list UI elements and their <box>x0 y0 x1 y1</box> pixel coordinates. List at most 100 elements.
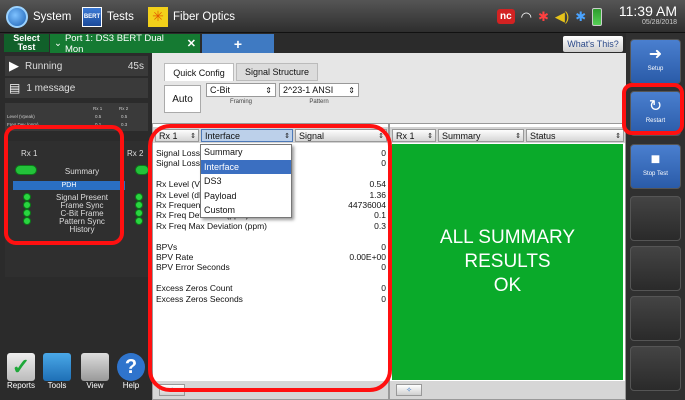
rx-select-right[interactable]: Rx 1 ⇕ <box>392 129 436 142</box>
speaker-icon: ◀) <box>554 8 570 24</box>
category-select-left-value: Interface <box>205 130 241 141</box>
soft-key-4[interactable] <box>630 196 681 241</box>
elapsed-time: 45s <box>127 60 144 72</box>
fiber-optics-button[interactable]: ✳ Fiber Optics <box>148 4 235 29</box>
freq-label: Freq Dev (ppm) <box>7 122 39 127</box>
scroll-arrows-icon[interactable]: ✧ <box>396 384 422 396</box>
summary-label: Summary <box>64 167 100 176</box>
soft-key-7[interactable] <box>630 346 681 391</box>
reports-label: Reports <box>6 381 35 390</box>
framing-select[interactable]: C-Bit ⇕ <box>206 83 276 97</box>
result-value: 0 <box>381 241 386 252</box>
results-footer-right: ✧ <box>390 381 625 399</box>
result-value: 0.1 <box>374 210 386 221</box>
scroll-arrows-icon[interactable]: ✧ <box>159 384 185 396</box>
checkmark-icon: ✓ <box>7 353 35 381</box>
stop-icon: ■ <box>650 151 661 168</box>
auto-button[interactable]: Auto <box>164 85 201 113</box>
restart-icon: ↻ <box>648 98 663 115</box>
dropdown-option-custom[interactable]: Custom <box>201 203 291 218</box>
category-select-right[interactable]: Summary ⇕ <box>438 129 524 142</box>
reports-button[interactable]: ✓ Reports <box>6 353 36 393</box>
summary-line-3: OK <box>493 275 522 296</box>
group-select-left[interactable]: Signal ⇕ <box>295 129 387 142</box>
rx1-led-header: Rx 1 <box>21 149 38 158</box>
toolbox-icon <box>43 353 71 381</box>
summary-line-1: ALL SUMMARY <box>439 227 576 248</box>
dropdown-option-ds3[interactable]: DS3 <box>201 174 291 189</box>
bottom-toolbar: ✓ Reports Tools View ? Help <box>0 353 152 400</box>
freq-rx1-value: 0.1 <box>95 122 102 127</box>
status-tray: nc ◠ ✱ ◀) ✱ <box>497 5 603 28</box>
pattern-label: Pattern <box>309 99 329 105</box>
framing-label: Framing <box>229 99 252 105</box>
rx-select-right-value: Rx 1 <box>396 130 415 141</box>
level-summary: Rx 1 Rx 2 Level (Vpeak) 0.5 0.5 Freq Dev… <box>5 103 148 131</box>
close-icon[interactable]: ✕ <box>187 37 196 50</box>
result-row: Rx Freq Max Deviation (ppm) 0.3 <box>156 221 386 231</box>
tools-button[interactable]: Tools <box>42 353 72 393</box>
help-button[interactable]: ? Help <box>116 353 146 393</box>
remote-icon: ✱ <box>538 8 549 24</box>
tools-label: Tools <box>47 381 67 390</box>
dropdown-option-interface[interactable]: Interface <box>201 159 291 175</box>
fiber-optics-label: Fiber Optics <box>173 10 235 23</box>
whats-this-button[interactable]: What's This? <box>563 36 623 52</box>
restart-button[interactable]: ↻ Restart <box>630 91 681 136</box>
category-select-left[interactable]: Interface ⇕ <box>201 129 293 142</box>
tab-quick-config[interactable]: Quick Config <box>164 63 234 81</box>
dropdown-option-payload[interactable]: Payload <box>201 189 291 204</box>
results-header-right: Rx 1 ⇕ Summary ⇕ Status ⇕ <box>390 127 625 143</box>
rx-select-left[interactable]: Rx 1 ⇕ <box>155 129 199 142</box>
summary-led-rx2 <box>135 165 149 175</box>
group-select-right[interactable]: Status ⇕ <box>526 129 624 142</box>
pattern-select[interactable]: 2^23-1 ANSI ⇕ <box>279 83 359 97</box>
level-rx2-header: Rx 2 <box>119 106 129 111</box>
summary-line-2: RESULTS <box>464 251 551 272</box>
system-label: System <box>33 10 72 23</box>
chevron-down-icon: ⌄ <box>54 38 62 49</box>
soft-key-6[interactable] <box>630 296 681 341</box>
help-icon: ? <box>117 353 145 381</box>
soft-key-5[interactable] <box>630 246 681 291</box>
port-tab[interactable]: ⌄ Port 1: DS3 BERT Dual Mon ✕ <box>50 33 200 55</box>
result-label: BPV Rate <box>156 252 194 262</box>
system-top-bar: System BERT Tests ✳ Fiber Optics nc ◠ ✱ … <box>0 0 685 33</box>
level-rx1-value: 0.5 <box>95 114 102 119</box>
result-row: Excess Zeros Count 0 <box>156 283 386 293</box>
select-test-button[interactable]: Select Test <box>4 34 49 52</box>
help-label: Help <box>122 381 140 390</box>
summary-ok-area: ALL SUMMARY RESULTS OK <box>392 144 623 380</box>
dropdown-option-summary[interactable]: Summary <box>201 145 291 160</box>
add-test-tab[interactable]: + <box>202 34 274 53</box>
test-status-row[interactable]: ▶ Running 45s <box>5 56 148 76</box>
pattern-value: 2^23-1 ANSI <box>283 85 334 95</box>
result-row: Excess Zeros Seconds 0 <box>156 294 386 304</box>
pdh-bar: PDH <box>13 181 125 190</box>
left-status-panel: ▶ Running 45s ▤ 1 message Rx 1 Rx 2 Leve… <box>0 53 152 400</box>
result-label: BPV Error Seconds <box>156 262 230 273</box>
setup-button[interactable]: ➜ Setup <box>630 39 681 84</box>
updown-icon: ⇕ <box>265 85 272 95</box>
tab-signal-structure[interactable]: Signal Structure <box>236 63 318 81</box>
view-windows-icon <box>81 353 109 381</box>
rx2-led-header: Rx 2 <box>127 149 144 158</box>
category-dropdown-menu: Summary Interface DS3 Payload Custom <box>200 144 292 218</box>
result-value: 0.54 <box>369 179 386 190</box>
result-label: Excess Zeros Count <box>156 283 233 294</box>
view-button[interactable]: View <box>80 353 110 393</box>
stop-test-button[interactable]: ■ Stop Test <box>630 144 681 189</box>
pdh-led-box: Rx 1 Rx 2 Summary PDH Signal Present Fra… <box>5 141 149 277</box>
result-value: 0 <box>381 262 386 273</box>
clock-time: 11:39 AM <box>618 3 677 19</box>
system-button[interactable]: System <box>6 4 71 29</box>
view-label: View <box>86 381 104 390</box>
group-select-left-value: Signal <box>299 130 325 141</box>
level-label: Level (Vpeak) <box>7 114 35 119</box>
tests-label: Tests <box>107 10 134 23</box>
updown-icon: ⇕ <box>427 132 433 140</box>
result-value: 0 <box>381 158 386 169</box>
message-row[interactable]: ▤ 1 message <box>5 78 148 98</box>
tests-button[interactable]: BERT Tests <box>82 4 134 29</box>
results-header-left: Rx 1 ⇕ Interface ⇕ Signal ⇕ <box>153 127 388 143</box>
